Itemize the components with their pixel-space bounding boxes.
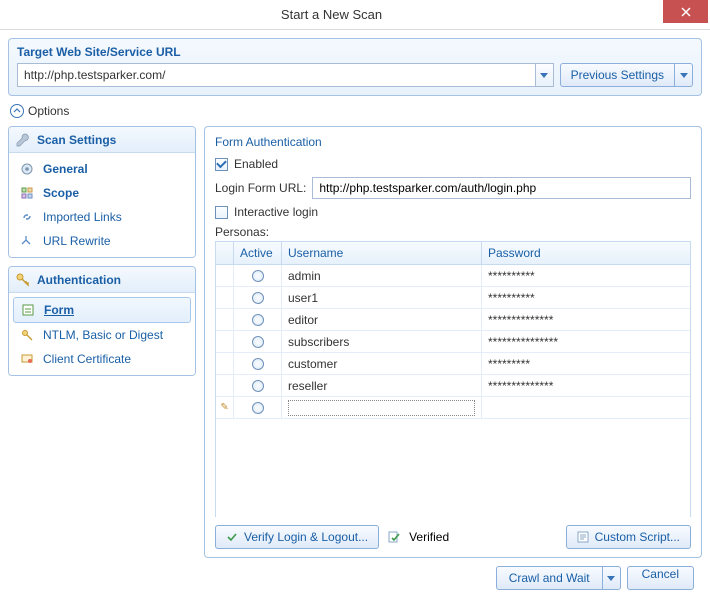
col-active-header[interactable]: Active: [234, 242, 282, 264]
scan-settings-panel: Scan Settings General Scope Imported Lin…: [8, 126, 196, 258]
sidebar-item-form[interactable]: Form: [13, 297, 191, 323]
verify-login-logout-button[interactable]: Verify Login & Logout...: [215, 525, 379, 549]
sidebar-item-client-certificate[interactable]: Client Certificate: [13, 347, 191, 371]
radio-icon[interactable]: [252, 270, 264, 282]
login-form-url-label: Login Form URL:: [215, 181, 306, 195]
window-title: Start a New Scan: [0, 7, 663, 22]
edit-indicator: ✎: [216, 397, 234, 418]
titlebar: Start a New Scan: [0, 0, 710, 30]
sidebar-item-ntlm[interactable]: NTLM, Basic or Digest: [13, 323, 191, 347]
row-handle[interactable]: [216, 265, 234, 286]
cancel-button[interactable]: Cancel: [627, 566, 694, 590]
username-cell[interactable]: customer: [282, 353, 482, 374]
password-cell[interactable]: ***************: [482, 331, 690, 352]
chevron-up-icon: [10, 104, 24, 118]
crawl-and-wait-dropdown[interactable]: [603, 566, 621, 590]
authentication-header: Authentication: [37, 273, 121, 287]
radio-icon[interactable]: [252, 336, 264, 348]
authentication-panel: Authentication Form NTLM, Basic or Diges…: [8, 266, 196, 376]
active-cell[interactable]: [234, 287, 282, 308]
active-cell[interactable]: [234, 331, 282, 352]
form-icon: [20, 302, 36, 318]
script-icon: [577, 531, 589, 543]
interactive-login-checkbox[interactable]: [215, 206, 228, 219]
username-cell[interactable]: editor: [282, 309, 482, 330]
radio-icon[interactable]: [252, 402, 264, 414]
username-cell[interactable]: reseller: [282, 375, 482, 396]
table-row[interactable]: admin**********: [216, 265, 690, 287]
username-cell[interactable]: admin: [282, 265, 482, 286]
login-form-url-input[interactable]: [312, 177, 691, 199]
password-cell[interactable]: **************: [482, 375, 690, 396]
table-row[interactable]: subscribers***************: [216, 331, 690, 353]
password-cell[interactable]: **********: [482, 287, 690, 308]
active-cell[interactable]: [234, 397, 282, 418]
username-cell[interactable]: subscribers: [282, 331, 482, 352]
active-cell[interactable]: [234, 353, 282, 374]
row-handle[interactable]: [216, 287, 234, 308]
password-cell[interactable]: [482, 397, 690, 418]
key-icon: [15, 272, 31, 288]
scan-settings-header: Scan Settings: [37, 133, 116, 147]
target-url-dropdown[interactable]: [536, 63, 554, 87]
sidebar-item-imported-links[interactable]: Imported Links: [13, 205, 191, 229]
password-cell[interactable]: **********: [482, 265, 690, 286]
form-auth-title: Form Authentication: [215, 135, 691, 149]
col-password-header[interactable]: Password: [482, 242, 690, 264]
verified-icon: [387, 530, 401, 544]
active-cell[interactable]: [234, 309, 282, 330]
radio-icon[interactable]: [252, 314, 264, 326]
new-username-input[interactable]: [288, 400, 475, 416]
interactive-login-label: Interactive login: [234, 205, 318, 219]
check-icon: [226, 531, 238, 543]
active-cell[interactable]: [234, 265, 282, 286]
sidebar-item-scope[interactable]: Scope: [13, 181, 191, 205]
personas-label: Personas:: [215, 225, 269, 239]
sidebar-item-url-rewrite[interactable]: URL Rewrite: [13, 229, 191, 253]
options-toggle[interactable]: Options: [10, 104, 700, 118]
password-cell[interactable]: **************: [482, 309, 690, 330]
options-label: Options: [28, 104, 69, 118]
table-row[interactable]: editor**************: [216, 309, 690, 331]
username-cell[interactable]: [282, 397, 482, 418]
small-key-icon: [19, 327, 35, 343]
enabled-label: Enabled: [234, 157, 278, 171]
active-cell[interactable]: [234, 375, 282, 396]
scope-icon: [19, 185, 35, 201]
col-username-header[interactable]: Username: [282, 242, 482, 264]
wrench-icon: [15, 132, 31, 148]
row-handle[interactable]: [216, 309, 234, 330]
row-handle[interactable]: [216, 375, 234, 396]
verified-label: Verified: [409, 530, 449, 544]
rewrite-icon: [19, 233, 35, 249]
password-cell[interactable]: *********: [482, 353, 690, 374]
certificate-icon: [19, 351, 35, 367]
table-row[interactable]: reseller**************: [216, 375, 690, 397]
pencil-icon: ✎: [220, 402, 228, 413]
radio-icon[interactable]: [252, 358, 264, 370]
username-cell[interactable]: user1: [282, 287, 482, 308]
custom-script-button[interactable]: Custom Script...: [566, 525, 691, 549]
table-new-row[interactable]: ✎: [216, 397, 690, 419]
row-handle[interactable]: [216, 331, 234, 352]
target-url-label: Target Web Site/Service URL: [17, 45, 693, 59]
close-button[interactable]: [663, 0, 708, 23]
radio-icon[interactable]: [252, 380, 264, 392]
form-authentication-pane: Form Authentication Enabled Login Form U…: [204, 126, 702, 558]
crawl-and-wait-button[interactable]: Crawl and Wait: [496, 566, 603, 590]
personas-table: Active Username Password admin**********…: [215, 241, 691, 517]
target-url-input[interactable]: [17, 63, 536, 87]
radio-icon[interactable]: [252, 292, 264, 304]
table-row[interactable]: customer*********: [216, 353, 690, 375]
previous-settings-dropdown[interactable]: [675, 63, 693, 87]
row-handle[interactable]: [216, 353, 234, 374]
table-row[interactable]: user1**********: [216, 287, 690, 309]
previous-settings-button[interactable]: Previous Settings: [560, 63, 675, 87]
enabled-checkbox[interactable]: [215, 158, 228, 171]
gear-icon: [19, 161, 35, 177]
sidebar-item-general[interactable]: General: [13, 157, 191, 181]
target-url-groupbox: Target Web Site/Service URL Previous Set…: [8, 38, 702, 96]
link-icon: [19, 209, 35, 225]
